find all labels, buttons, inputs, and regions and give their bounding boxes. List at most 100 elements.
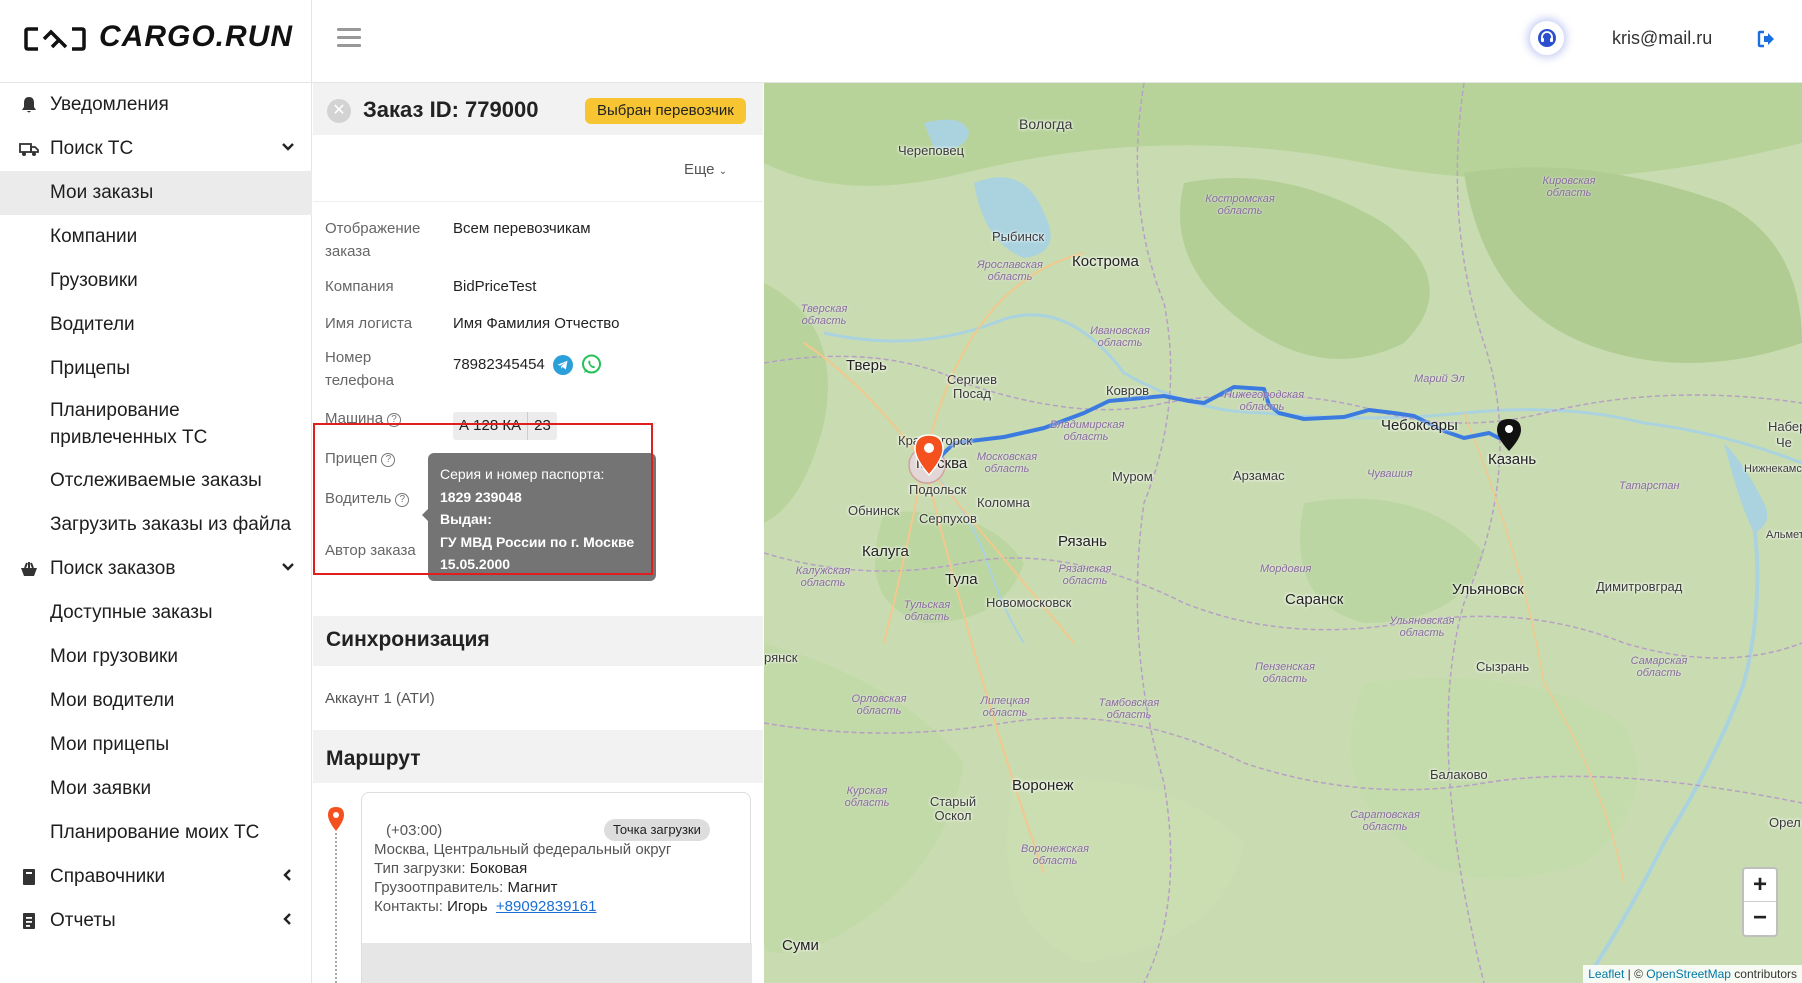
sidebar-item-label: Водители xyxy=(50,314,135,335)
map-city: Тверь xyxy=(846,357,887,374)
map-region: Орловская область xyxy=(851,693,907,717)
sidebar-item-references[interactable]: Справочники xyxy=(0,855,312,899)
sync-header: Синхронизация xyxy=(313,616,763,666)
map-city: Орел xyxy=(1769,815,1801,830)
tooltip-issuer: ГУ МВД России по г. Москве xyxy=(440,533,635,550)
end-pin-icon[interactable] xyxy=(1495,417,1523,453)
logist-label: Имя логиста xyxy=(325,315,413,332)
sidebar-item-label: Справочники xyxy=(50,866,166,887)
stop-contacts: Контакты: Игорь +89092839161 xyxy=(374,898,596,915)
sidebar-item-planning-my[interactable]: Планирование моих ТС xyxy=(0,811,312,855)
map-city: Арзамас xyxy=(1233,468,1285,483)
map-region: Тверская область xyxy=(800,303,848,327)
passport-tooltip: Серия и номер паспорта: 1829 239048 Выда… xyxy=(422,453,656,581)
map-city: Че xyxy=(1776,435,1792,450)
sidebar-item-search-vehicles[interactable]: Поиск ТС xyxy=(0,127,312,171)
truck-icon xyxy=(19,143,39,156)
sidebar-item-companies[interactable]: Компании xyxy=(0,215,312,259)
map-city: Калуга xyxy=(862,543,909,560)
map-city: Кострома xyxy=(1072,253,1139,270)
map-city: Балаково xyxy=(1430,767,1488,782)
driver-label-text: Водитель xyxy=(325,490,392,507)
tooltip-line: 15.05.2000 xyxy=(440,553,644,576)
sidebar-item-search-orders[interactable]: Поиск заказов xyxy=(0,547,312,591)
car-label-text: Машина xyxy=(325,410,384,427)
stop-load-type: Тип загрузки: Боковая xyxy=(374,860,527,877)
author-label: Автор заказа xyxy=(325,542,416,559)
map-region: Рязанская область xyxy=(1058,563,1112,587)
map-city: Сергиев Посад xyxy=(947,372,997,401)
sidebar-item-available-orders[interactable]: Доступные заказы xyxy=(0,591,312,635)
map-city: Рыбинск xyxy=(992,229,1045,244)
leaflet-link[interactable]: Leaflet xyxy=(1588,967,1624,981)
sidebar-item-tracked-orders[interactable]: Отслеживаемые заказы xyxy=(0,459,312,503)
sidebar-item-reports[interactable]: Отчеты xyxy=(0,899,312,943)
sidebar-item-my-trailers[interactable]: Мои прицепы xyxy=(0,723,312,767)
map-city: Череповец xyxy=(898,143,965,158)
map-region: Ярославская область xyxy=(977,259,1043,283)
order-panel: ✕ Заказ ID: 779000 Выбран перевозчик Еще… xyxy=(313,83,763,983)
map-city: Ковров xyxy=(1106,383,1150,398)
logo-text: CARGO.RUN xyxy=(99,20,293,53)
tooltip-arrow xyxy=(422,509,428,521)
chevron-down-icon xyxy=(282,563,294,571)
logo[interactable]: CARGO.RUN xyxy=(0,0,312,83)
osm-link[interactable]: OpenStreetMap xyxy=(1646,967,1731,981)
map-city: Альмет xyxy=(1766,529,1802,541)
sidebar-item-notifications[interactable]: Уведомления xyxy=(0,83,312,127)
sidebar-item-trailers[interactable]: Прицепы xyxy=(0,347,312,391)
support-icon[interactable] xyxy=(1530,21,1564,55)
telegram-icon[interactable] xyxy=(553,355,573,375)
sidebar: Уведомления Поиск ТС Мои заказы Компании… xyxy=(0,83,312,983)
shipper-label: Грузоотправитель: xyxy=(374,879,504,896)
sidebar-item-planning-hired[interactable]: Планирование привлеченных ТС xyxy=(0,391,312,457)
more-dropdown[interactable]: Еще ⌄ xyxy=(684,161,727,178)
zoom-in-button[interactable]: + xyxy=(1744,869,1776,902)
logout-icon[interactable] xyxy=(1756,29,1776,49)
map-city: Воронеж xyxy=(1012,777,1074,794)
sidebar-item-label: Мои заказы xyxy=(50,182,154,203)
map-city: Новомосковск xyxy=(986,595,1072,610)
map-city: Ульяновск xyxy=(1452,581,1524,598)
sync-account[interactable]: Аккаунт 1 (АТИ) xyxy=(325,690,435,707)
shipper-value: Магнит xyxy=(507,879,558,896)
map-city: Серпухов xyxy=(919,511,977,526)
user-email[interactable]: kris@mail.ru xyxy=(1612,28,1712,49)
close-icon[interactable]: ✕ xyxy=(327,99,351,123)
pin-icon xyxy=(328,807,344,831)
map-region: Ульяновская область xyxy=(1389,615,1455,639)
tooltip-passport-number: 1829 239048 xyxy=(440,488,522,505)
sidebar-item-label: Планирование моих ТС xyxy=(50,822,260,843)
whatsapp-icon[interactable] xyxy=(581,354,602,375)
sidebar-item-my-drivers[interactable]: Мои водители xyxy=(0,679,312,723)
map-city: Набер xyxy=(1768,419,1802,434)
route-header: Маршрут xyxy=(313,733,763,783)
sidebar-item-label: Грузовики xyxy=(50,270,138,291)
order-header: ✕ Заказ ID: 779000 Выбран перевозчик xyxy=(313,83,763,135)
help-icon[interactable]: ? xyxy=(381,453,396,467)
help-icon[interactable]: ? xyxy=(395,493,410,507)
sidebar-item-label: Доступные заказы xyxy=(50,602,213,623)
help-icon[interactable]: ? xyxy=(387,413,402,427)
display-value: Всем перевозчикам xyxy=(453,220,591,237)
trailer-label-text: Прицеп xyxy=(325,450,378,467)
car-plate-region: 23 xyxy=(527,412,557,440)
contacts-phone-link[interactable]: +89092839161 xyxy=(496,898,597,915)
map-region: Тульская область xyxy=(903,599,951,623)
cargo-icon xyxy=(21,562,37,576)
phone-value[interactable]: 78982345454 xyxy=(453,353,545,376)
map-region: Самарская область xyxy=(1630,655,1688,679)
sidebar-item-upload-orders[interactable]: Загрузить заказы из файла xyxy=(0,503,312,547)
route-map[interactable]: Вологда Череповец Рыбинск Кострома Тверь… xyxy=(764,83,1802,983)
map-city: Обнинск xyxy=(848,503,900,518)
sidebar-item-my-orders[interactable]: Мои заказы xyxy=(0,171,312,215)
sidebar-item-label: Мои водители xyxy=(50,690,175,711)
sidebar-item-my-requests[interactable]: Мои заявки xyxy=(0,767,312,811)
sidebar-item-drivers[interactable]: Водители xyxy=(0,303,312,347)
sidebar-item-trucks[interactable]: Грузовики xyxy=(0,259,312,303)
start-pin-icon[interactable] xyxy=(912,433,946,477)
zoom-out-button[interactable]: − xyxy=(1744,902,1776,935)
map-region: Курская область xyxy=(844,785,890,809)
menu-icon[interactable] xyxy=(337,28,361,48)
sidebar-item-my-trucks[interactable]: Мои грузовики xyxy=(0,635,312,679)
